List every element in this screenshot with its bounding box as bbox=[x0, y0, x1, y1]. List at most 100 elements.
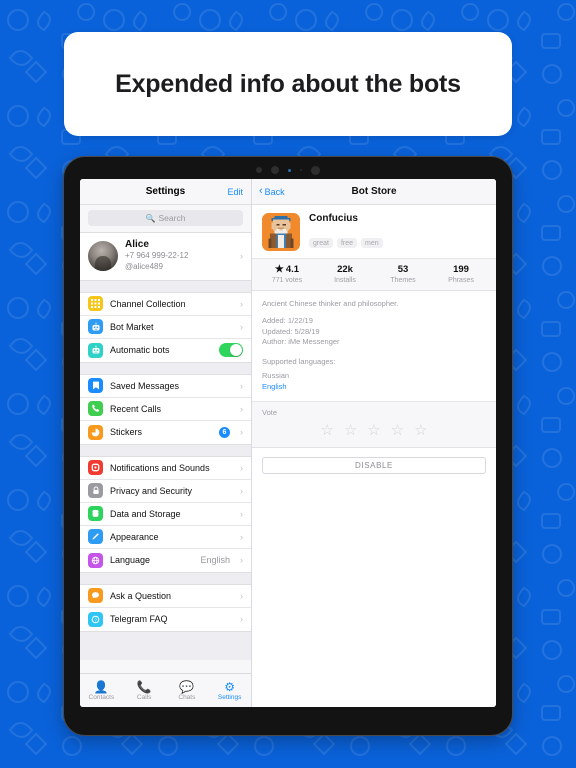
vote-star-3[interactable]: ☆ bbox=[367, 423, 380, 438]
sidebar-item-appearance[interactable]: Appearance › bbox=[80, 525, 251, 549]
stat-label: Phrases bbox=[448, 277, 474, 284]
phone-icon: 📞 bbox=[136, 679, 152, 694]
sidebar-item-language[interactable]: Language English › bbox=[80, 548, 251, 572]
chevron-right-icon: › bbox=[240, 485, 243, 496]
grid-icon bbox=[88, 296, 103, 312]
sensor-dot bbox=[300, 169, 302, 171]
tab-contacts[interactable]: 👤 Contacts bbox=[80, 681, 123, 701]
chevron-right-icon: › bbox=[240, 403, 243, 414]
sidebar-item-label: Appearance bbox=[110, 531, 159, 542]
meta-added: Added: 1/22/19 bbox=[262, 316, 313, 325]
bot-avatar bbox=[262, 213, 300, 251]
sidebar-item-label: Data and Storage bbox=[110, 508, 181, 519]
camera-dot bbox=[271, 166, 279, 174]
group-divider bbox=[80, 280, 251, 292]
chevron-right-icon: › bbox=[240, 555, 243, 566]
back-button[interactable]: ‹ Back bbox=[259, 186, 285, 197]
vote-star-5[interactable]: ☆ bbox=[414, 423, 427, 438]
sidebar-item-label: Privacy and Security bbox=[110, 485, 193, 496]
settings-group: Notifications and Sounds › Privacy and S… bbox=[80, 455, 251, 573]
edit-button[interactable]: Edit bbox=[227, 187, 243, 197]
pencil-icon bbox=[88, 529, 103, 545]
sidebar-item-label: Stickers bbox=[110, 427, 143, 438]
phone-icon bbox=[88, 401, 103, 417]
vote-stars[interactable]: ☆ ☆ ☆ ☆ ☆ bbox=[262, 423, 486, 438]
sidebar-item-channel-collection[interactable]: Channel Collection › bbox=[80, 292, 251, 316]
sidebar-item-notifications[interactable]: Notifications and Sounds › bbox=[80, 456, 251, 480]
sidebar-item-label: Recent Calls bbox=[110, 403, 162, 414]
bookmark-icon bbox=[88, 378, 103, 394]
language-option-russian[interactable]: Russian bbox=[262, 370, 486, 381]
chevron-right-icon: › bbox=[240, 614, 243, 625]
chevron-left-icon: ‹ bbox=[259, 185, 263, 197]
sidebar-item-data-storage[interactable]: Data and Storage › bbox=[80, 502, 251, 526]
stat-value: 199 bbox=[453, 264, 469, 275]
sidebar-item-recent-calls[interactable]: Recent Calls › bbox=[80, 397, 251, 421]
bot-name: Confucius bbox=[309, 213, 358, 224]
chevron-right-icon: › bbox=[240, 590, 243, 601]
sidebar-scroll-area[interactable]: Alice +7 964 999-22-12 @alice489 › Chann… bbox=[80, 232, 251, 673]
sidebar-item-stickers[interactable]: Stickers 6 › bbox=[80, 420, 251, 444]
chevron-right-icon: › bbox=[240, 531, 243, 542]
vote-star-4[interactable]: ☆ bbox=[391, 423, 404, 438]
bots-group: Channel Collection › Bot Market › Automa… bbox=[80, 291, 251, 363]
stat-rating: ★ 4.1 771 votes bbox=[258, 264, 316, 284]
tab-settings[interactable]: ⚙ Settings bbox=[208, 681, 251, 701]
meta-updated: Updated: 5/28/19 bbox=[262, 326, 320, 336]
stat-installs: 22k Installs bbox=[316, 264, 374, 284]
tablet-device-frame: Settings Edit 🔍 Search Alice +7 964 999-… bbox=[63, 156, 513, 736]
vote-label: Vote bbox=[262, 408, 278, 418]
robot-icon bbox=[88, 342, 103, 358]
search-input[interactable]: 🔍 Search bbox=[88, 210, 243, 226]
tab-calls[interactable]: 📞 Calls bbox=[123, 681, 166, 701]
search-icon: 🔍 bbox=[145, 213, 156, 223]
sidebar-item-bot-market[interactable]: Bot Market › bbox=[80, 315, 251, 339]
automatic-bots-toggle[interactable] bbox=[219, 343, 243, 358]
chevron-right-icon: › bbox=[240, 508, 243, 519]
bot-about-section: Ancient Chinese thinker and philosopher.… bbox=[252, 291, 496, 403]
sidebar-item-automatic-bots[interactable]: Automatic bots bbox=[80, 338, 251, 362]
question-icon: ? bbox=[88, 611, 103, 627]
disable-button[interactable]: DISABLE bbox=[262, 457, 486, 475]
sidebar-header: Settings Edit bbox=[80, 179, 251, 205]
stat-label: 771 votes bbox=[271, 277, 303, 284]
search-placeholder: Search bbox=[158, 213, 186, 223]
tab-label: Calls bbox=[136, 693, 152, 701]
profile-name: Alice bbox=[125, 239, 149, 250]
chevron-right-icon: › bbox=[240, 298, 243, 309]
detail-header: ‹ Back Bot Store bbox=[252, 179, 496, 205]
group-divider bbox=[80, 444, 251, 456]
bot-meta: Added: 1/22/19 Updated: 5/28/19 Author: … bbox=[262, 316, 486, 348]
vote-star-1[interactable]: ☆ bbox=[320, 423, 333, 438]
sidebar-item-label: Channel Collection bbox=[110, 298, 186, 309]
person-icon: 👤 bbox=[93, 679, 109, 694]
sidebar-item-label: Language bbox=[110, 555, 151, 566]
detail-title: Bot Store bbox=[351, 186, 397, 197]
sticker-icon bbox=[88, 424, 103, 440]
stat-themes: 53 Themes bbox=[374, 264, 432, 284]
headline-text: Expended info about the bots bbox=[115, 69, 461, 98]
tab-label: Chats bbox=[178, 693, 196, 701]
supported-languages: Supported languages: Russian English bbox=[262, 357, 486, 393]
vote-star-2[interactable]: ☆ bbox=[344, 423, 357, 438]
sensor-dot bbox=[256, 167, 262, 173]
back-label: Back bbox=[264, 186, 285, 197]
vote-section: Vote ☆ ☆ ☆ ☆ ☆ bbox=[252, 402, 496, 449]
sidebar-item-ask-a-question[interactable]: Ask a Question › bbox=[80, 584, 251, 608]
sidebar-item-label: Notifications and Sounds bbox=[110, 462, 210, 473]
sidebar-item-privacy[interactable]: Privacy and Security › bbox=[80, 479, 251, 503]
stat-value: 53 bbox=[397, 264, 409, 275]
chevron-right-icon: › bbox=[240, 321, 243, 332]
tab-chats[interactable]: 💬 Chats bbox=[166, 681, 209, 701]
bot-tag[interactable]: free bbox=[336, 238, 358, 248]
language-option-english[interactable]: English bbox=[262, 381, 486, 392]
sidebar-item-saved-messages[interactable]: Saved Messages › bbox=[80, 374, 251, 398]
bot-tag[interactable]: great bbox=[309, 238, 333, 248]
profile-row[interactable]: Alice +7 964 999-22-12 @alice489 › bbox=[80, 233, 251, 280]
chevron-right-icon: › bbox=[240, 427, 243, 438]
bot-tag[interactable]: men bbox=[361, 238, 383, 248]
sidebar-item-telegram-faq[interactable]: ? Telegram FAQ › bbox=[80, 607, 251, 631]
tab-label: Contacts bbox=[88, 693, 115, 701]
sidebar-item-label: Telegram FAQ bbox=[110, 614, 168, 625]
bottom-tab-bar: 👤 Contacts 📞 Calls 💬 Chats ⚙ Settings bbox=[80, 673, 251, 707]
